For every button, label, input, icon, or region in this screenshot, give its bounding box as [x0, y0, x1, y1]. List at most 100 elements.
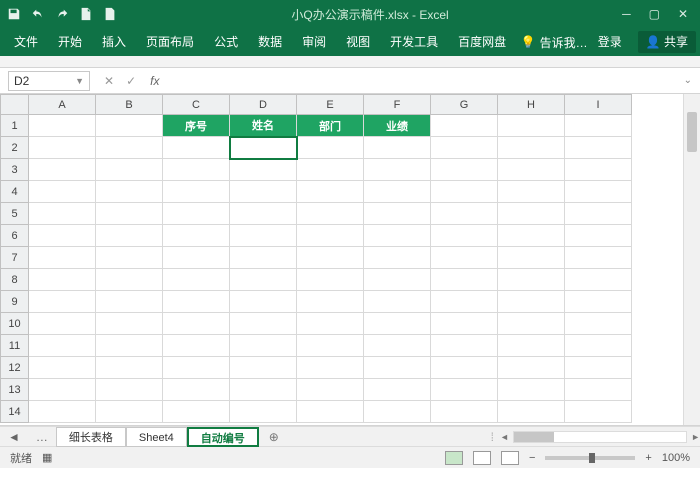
row-header[interactable]: 12 — [1, 357, 29, 379]
scroll-right-icon[interactable]: ► — [691, 432, 700, 442]
name-box[interactable]: D2▼ — [8, 71, 90, 91]
new-icon[interactable] — [78, 6, 94, 22]
row-header[interactable]: 11 — [1, 335, 29, 357]
cell[interactable] — [364, 247, 431, 269]
cell[interactable] — [96, 181, 163, 203]
col-header[interactable]: E — [297, 95, 364, 115]
cell[interactable] — [431, 203, 498, 225]
cell[interactable] — [431, 181, 498, 203]
cell[interactable] — [163, 401, 230, 423]
view-normal-icon[interactable] — [445, 451, 463, 465]
cell[interactable] — [163, 357, 230, 379]
col-header[interactable]: B — [96, 95, 163, 115]
row-header[interactable]: 6 — [1, 225, 29, 247]
cell[interactable] — [498, 379, 565, 401]
cell[interactable] — [565, 401, 632, 423]
cell[interactable] — [297, 137, 364, 159]
cell[interactable] — [29, 335, 96, 357]
col-header[interactable]: G — [431, 95, 498, 115]
macro-record-icon[interactable]: ▦ — [42, 451, 52, 464]
cell[interactable] — [29, 159, 96, 181]
cell[interactable] — [29, 357, 96, 379]
cell[interactable] — [230, 291, 297, 313]
col-header[interactable]: F — [364, 95, 431, 115]
tab-view[interactable]: 视图 — [336, 28, 380, 56]
cell[interactable] — [230, 357, 297, 379]
cell[interactable] — [29, 269, 96, 291]
cell[interactable] — [431, 379, 498, 401]
cell[interactable] — [29, 401, 96, 423]
cell[interactable] — [163, 313, 230, 335]
zoom-slider[interactable] — [545, 456, 635, 460]
cell[interactable] — [431, 137, 498, 159]
cell[interactable] — [297, 357, 364, 379]
cell[interactable] — [163, 203, 230, 225]
cell[interactable] — [230, 247, 297, 269]
cell[interactable] — [297, 159, 364, 181]
tab-file[interactable]: 文件 — [4, 28, 48, 56]
share-button[interactable]: 👤 共享 — [638, 31, 696, 53]
cell[interactable] — [297, 225, 364, 247]
tab-insert[interactable]: 插入 — [92, 28, 136, 56]
view-pagebreak-icon[interactable] — [501, 451, 519, 465]
cell[interactable]: 部门 — [297, 115, 364, 137]
cell[interactable] — [364, 313, 431, 335]
cell[interactable] — [163, 247, 230, 269]
cell[interactable] — [565, 203, 632, 225]
cell[interactable] — [364, 269, 431, 291]
cell[interactable] — [163, 181, 230, 203]
col-header[interactable]: H — [498, 95, 565, 115]
cell[interactable] — [565, 115, 632, 137]
cell[interactable] — [230, 401, 297, 423]
cell[interactable] — [565, 225, 632, 247]
cell[interactable] — [96, 203, 163, 225]
col-header[interactable]: A — [29, 95, 96, 115]
print-preview-icon[interactable] — [102, 6, 118, 22]
cell[interactable] — [96, 379, 163, 401]
cell[interactable] — [498, 269, 565, 291]
cell[interactable] — [29, 137, 96, 159]
minimize-icon[interactable]: ─ — [622, 7, 631, 21]
redo-icon[interactable] — [54, 6, 70, 22]
tellme-icon[interactable]: 💡 — [521, 35, 536, 49]
cell[interactable] — [431, 269, 498, 291]
cell[interactable] — [431, 247, 498, 269]
cell[interactable] — [565, 313, 632, 335]
enter-icon[interactable]: ✓ — [126, 74, 136, 88]
row-header[interactable]: 3 — [1, 159, 29, 181]
sheet-nav-prev[interactable]: ◄ — [0, 430, 28, 444]
sheet-tab-1[interactable]: 细长表格 — [56, 427, 126, 447]
cell[interactable] — [297, 203, 364, 225]
cell[interactable] — [230, 379, 297, 401]
cell[interactable] — [29, 203, 96, 225]
zoom-level[interactable]: 100% — [662, 452, 690, 464]
cell[interactable] — [498, 247, 565, 269]
worksheet-grid[interactable]: ABCDEFGHI1序号姓名部门业绩234567891011121314 — [0, 94, 700, 426]
row-header[interactable]: 7 — [1, 247, 29, 269]
cell[interactable] — [498, 313, 565, 335]
sheet-tab-3[interactable]: 自动编号 — [187, 427, 259, 447]
cell[interactable] — [431, 401, 498, 423]
cell[interactable] — [96, 159, 163, 181]
cell[interactable] — [297, 247, 364, 269]
cell[interactable] — [498, 137, 565, 159]
cell[interactable] — [565, 159, 632, 181]
cell[interactable] — [96, 357, 163, 379]
expand-formula-icon[interactable]: ⌄ — [684, 75, 692, 86]
row-header[interactable]: 2 — [1, 137, 29, 159]
cell[interactable] — [364, 335, 431, 357]
cancel-icon[interactable]: ✕ — [104, 74, 114, 88]
cell[interactable] — [431, 357, 498, 379]
cell[interactable] — [297, 401, 364, 423]
col-header[interactable]: I — [565, 95, 632, 115]
cell[interactable] — [230, 269, 297, 291]
cell[interactable] — [230, 159, 297, 181]
cell[interactable] — [29, 181, 96, 203]
cell[interactable] — [297, 313, 364, 335]
zoom-in-icon[interactable]: + — [645, 452, 651, 464]
cell[interactable] — [29, 225, 96, 247]
tab-home[interactable]: 开始 — [48, 28, 92, 56]
cell[interactable] — [431, 291, 498, 313]
cell[interactable] — [431, 159, 498, 181]
tab-layout[interactable]: 页面布局 — [136, 28, 204, 56]
